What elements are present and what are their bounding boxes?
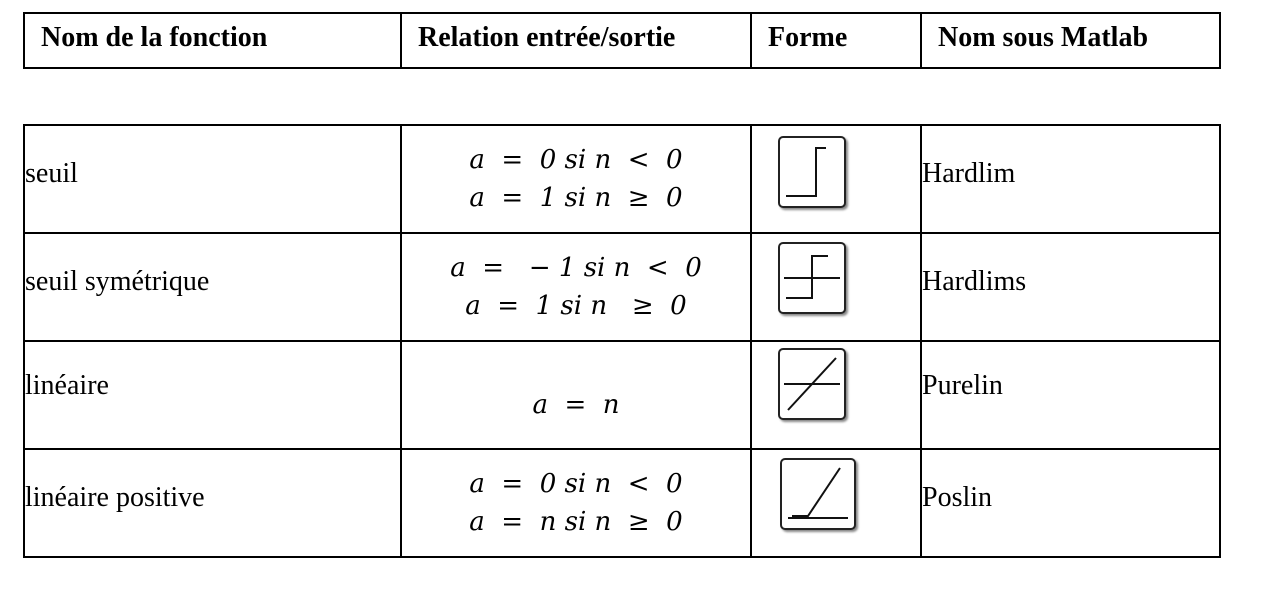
table-row: seuil symétrique a = − 1 si n < 0 a = 1 … [23, 232, 1221, 342]
header-function-name: Nom de la fonction [23, 12, 402, 69]
function-name: seuil [23, 124, 402, 234]
relation-line: a = 0 si n < 0 [469, 145, 683, 175]
function-name: seuil symétrique [23, 232, 402, 342]
hardlims-symmetric-step-icon [778, 242, 846, 314]
table-row: linéaire a = n Purelin [23, 340, 1221, 450]
relation-line: a = n [532, 390, 620, 420]
matlab-name: Hardlim [920, 124, 1221, 234]
relation-cell: a = − 1 si n < 0 a = 1 si n ≥ 0 [400, 232, 752, 342]
table-row: linéaire positive a = 0 si n < 0 a = n s… [23, 448, 1221, 558]
relation-cell: a = n [400, 340, 752, 450]
matlab-name: Poslin [920, 448, 1221, 558]
poslin-positive-linear-icon [780, 458, 856, 530]
forme-cell [750, 340, 922, 450]
relation-cell: a = 0 si n < 0 a = 1 si n ≥ 0 [400, 124, 752, 234]
relation-line: a = 1 si n ≥ 0 [469, 183, 683, 213]
matlab-name: Purelin [920, 340, 1221, 450]
relation-cell: a = 0 si n < 0 a = n si n ≥ 0 [400, 448, 752, 558]
purelin-linear-icon [778, 348, 846, 420]
matlab-name: Hardlims [920, 232, 1221, 342]
forme-cell [750, 124, 922, 234]
function-name: linéaire [23, 340, 402, 450]
relation-line: a = 1 si n ≥ 0 [465, 291, 687, 321]
header-matlab-name: Nom sous Matlab [920, 12, 1221, 69]
header-forme: Forme [750, 12, 922, 69]
forme-cell [750, 448, 922, 558]
forme-cell [750, 232, 922, 342]
table-row: seuil a = 0 si n < 0 a = 1 si n ≥ 0 Hard… [23, 124, 1221, 234]
relation-line: a = n si n ≥ 0 [469, 507, 683, 537]
functions-table: seuil a = 0 si n < 0 a = 1 si n ≥ 0 Hard… [23, 124, 1221, 558]
header-table: Nom de la fonction Relation entrée/sorti… [23, 12, 1221, 69]
hardlim-step-icon [778, 136, 846, 208]
relation-line: a = − 1 si n < 0 [450, 253, 702, 283]
header-relation: Relation entrée/sortie [400, 12, 752, 69]
function-name: linéaire positive [23, 448, 402, 558]
relation-line: a = 0 si n < 0 [469, 469, 683, 499]
header-row: Nom de la fonction Relation entrée/sorti… [23, 12, 1221, 69]
